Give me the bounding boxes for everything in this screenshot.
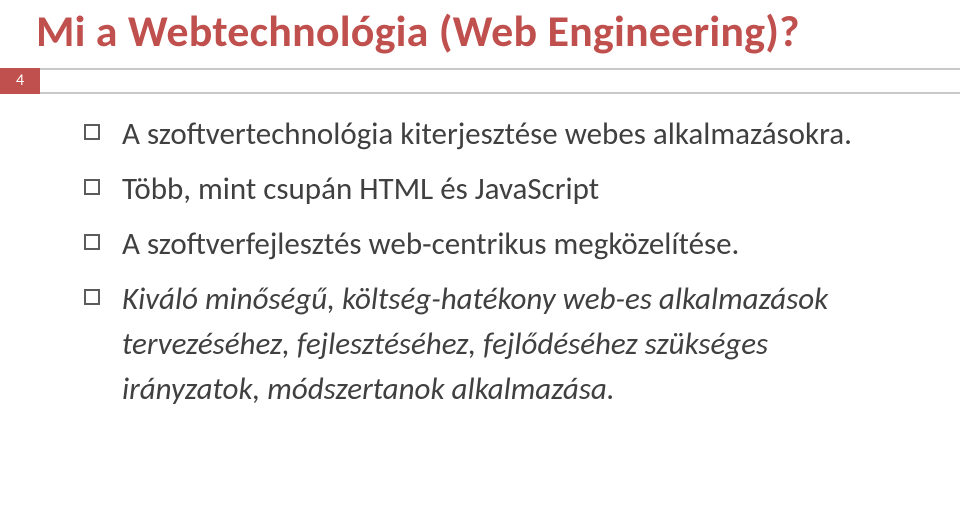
page-title: Mi a Webtechnológia (Web Engineering)? [36, 4, 800, 58]
square-bullet-icon [84, 234, 100, 250]
list-item: Több, mint csupán HTML és JavaScript [78, 167, 908, 212]
square-bullet-icon [84, 124, 100, 140]
list-item-text: Kiváló minőségű, költség-hatékony web-es… [122, 280, 828, 408]
list-item: Kiváló minőségű, költség-hatékony web-es… [78, 277, 908, 412]
list-item: A szoftverfejlesztés web-centrikus megkö… [78, 222, 908, 267]
bullet-list: A szoftvertechnológia kiterjesztése webe… [78, 112, 908, 422]
title-divider [40, 68, 960, 94]
square-bullet-icon [84, 179, 100, 195]
list-item-text: A szoftvertechnológia kiterjesztése webe… [122, 115, 852, 153]
slide: Mi a Webtechnológia (Web Engineering)? 4… [0, 0, 960, 507]
page-number-badge: 4 [0, 68, 40, 94]
list-item-text: Több, mint csupán HTML és JavaScript [122, 170, 599, 208]
list-item-text: A szoftverfejlesztés web-centrikus megkö… [122, 225, 739, 263]
square-bullet-icon [84, 289, 100, 305]
list-item: A szoftvertechnológia kiterjesztése webe… [78, 112, 908, 157]
